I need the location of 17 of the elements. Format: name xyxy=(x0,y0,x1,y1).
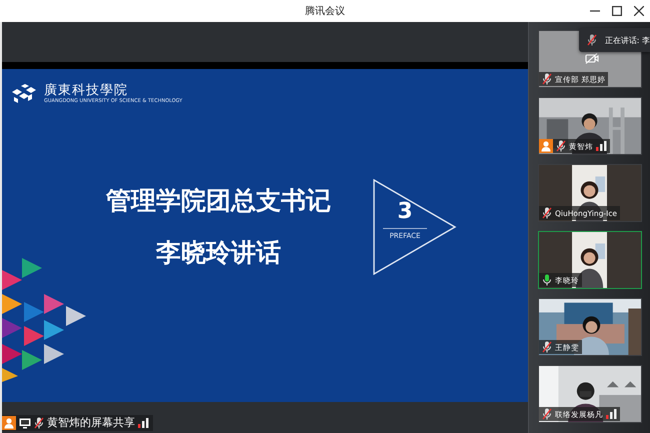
muted-mic-icon[interactable] xyxy=(542,341,552,353)
maximize-icon[interactable] xyxy=(612,6,622,16)
muted-mic-icon[interactable] xyxy=(542,73,552,85)
slide-title: 管理学院团总支书记 xyxy=(106,185,331,217)
section-number: 3 xyxy=(383,199,427,229)
presenter-name: 黄智炜的屏幕共享 xyxy=(47,416,135,430)
window-title: 腾讯会议 xyxy=(305,4,345,18)
screen-share-icon xyxy=(19,418,31,428)
muted-mic-icon[interactable] xyxy=(542,408,552,420)
muted-mic-icon xyxy=(586,34,597,46)
muted-mic-icon[interactable] xyxy=(556,140,566,152)
close-icon[interactable] xyxy=(634,6,644,16)
slide-title: 李晓玲讲话 xyxy=(156,237,281,269)
muted-mic-icon[interactable] xyxy=(542,207,552,219)
mic-icon[interactable] xyxy=(542,274,552,286)
muted-mic-icon[interactable] xyxy=(34,417,44,429)
school-name: 廣東科技學院 xyxy=(44,83,129,98)
